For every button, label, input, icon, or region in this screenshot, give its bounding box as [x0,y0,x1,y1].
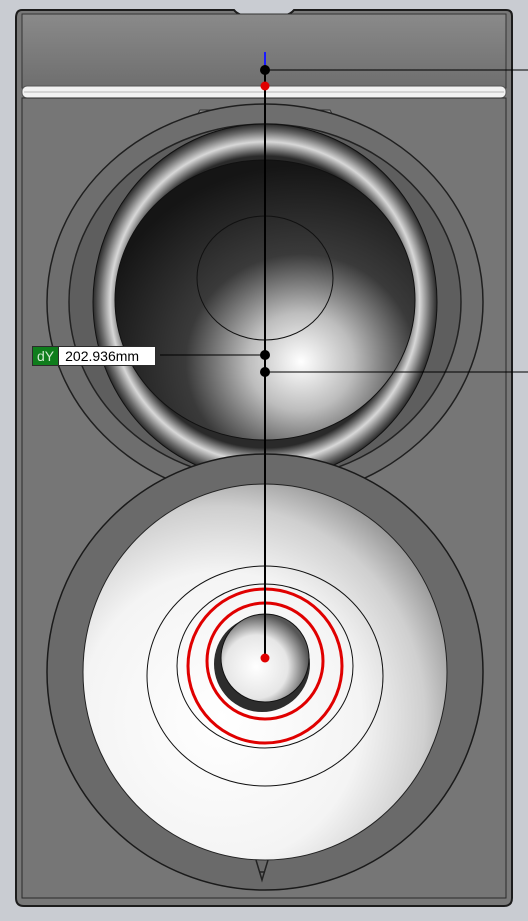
sketch-point-lower[interactable] [260,367,270,377]
sketch-point-mid[interactable] [260,350,270,360]
tweeter-center-point[interactable] [260,653,270,663]
origin-point[interactable] [260,81,270,91]
sketch-point-top[interactable] [260,65,270,75]
cad-viewport[interactable]: dY 202.936mm [0,0,528,921]
dimension-value[interactable]: 202.936mm [59,347,156,365]
dimension-axis-label: dY [33,347,60,365]
speaker-model-view[interactable] [0,0,528,921]
dimension-readout[interactable]: dY 202.936mm [32,346,157,366]
